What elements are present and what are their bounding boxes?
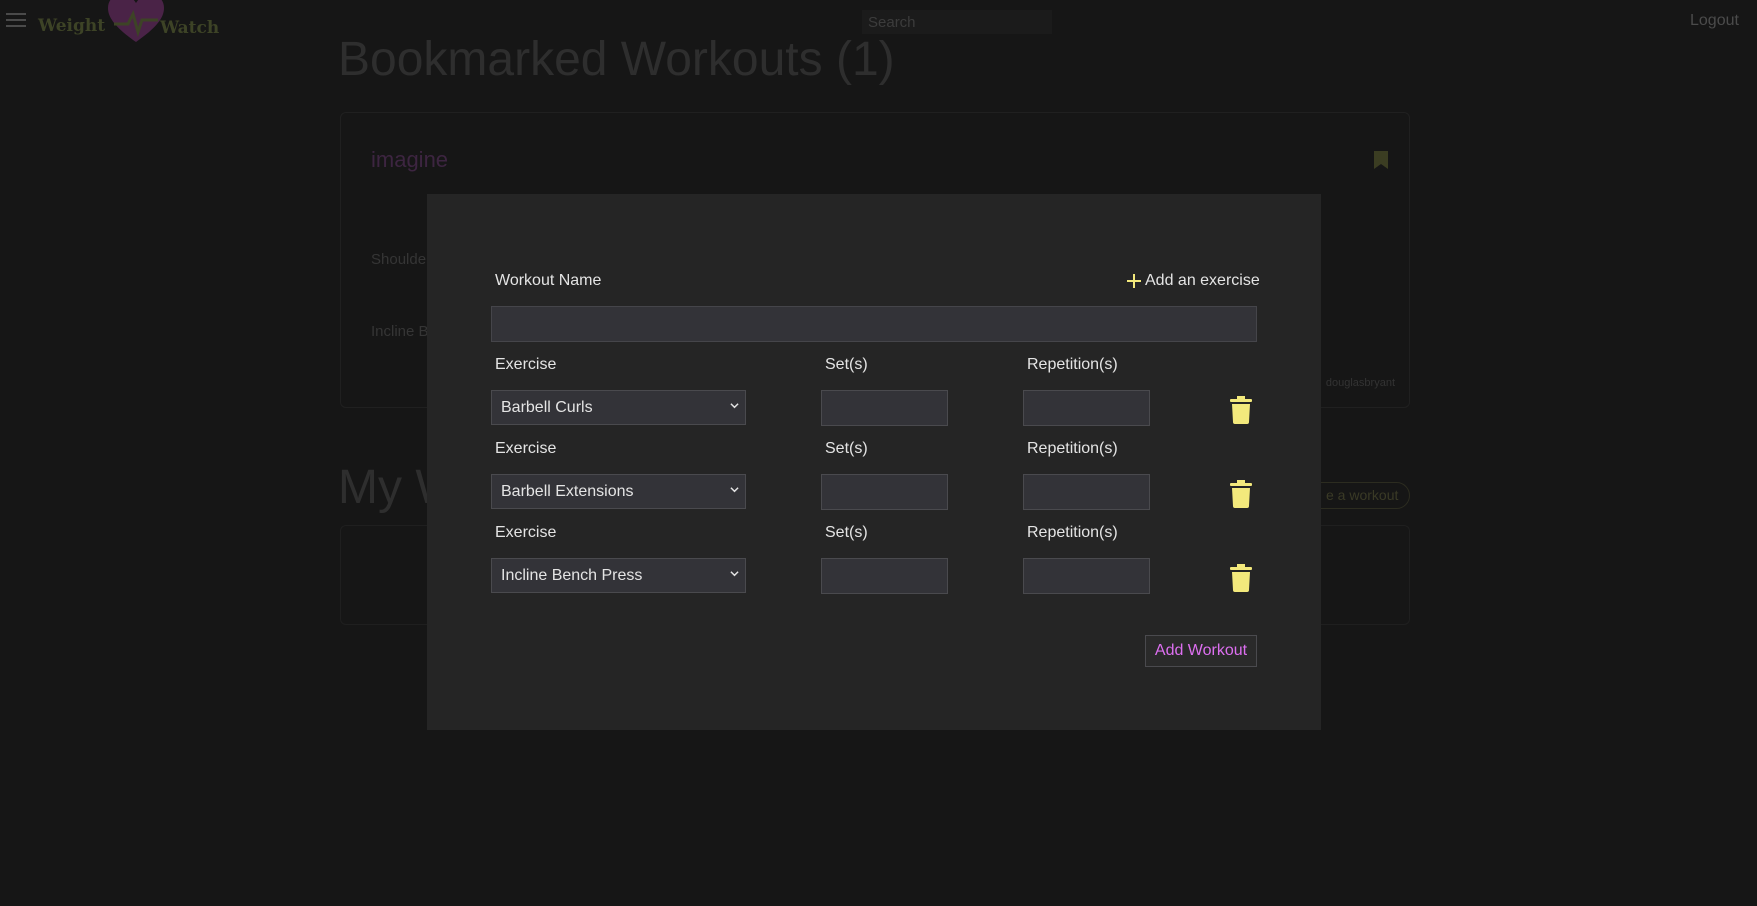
reps-label: Repetition(s)	[1027, 356, 1118, 373]
trash-icon[interactable]	[1230, 480, 1252, 508]
workout-name-label: Workout Name	[495, 272, 602, 289]
reps-input[interactable]	[1023, 558, 1150, 594]
card-exercise: Shoulde	[371, 251, 427, 268]
exercise-label: Exercise	[495, 356, 557, 373]
logo[interactable]: Weight Watch	[38, 0, 228, 46]
heart-logo-icon	[108, 0, 164, 42]
add-workout-button[interactable]: Add Workout	[1145, 635, 1257, 667]
reps-input[interactable]	[1023, 474, 1150, 510]
add-exercise-button[interactable]: Add an exercise	[1127, 272, 1260, 290]
chevron-down-icon	[730, 487, 739, 493]
card-workout-name[interactable]: imagine	[371, 147, 448, 173]
chevron-down-icon	[730, 403, 739, 409]
reps-input[interactable]	[1023, 390, 1150, 426]
exercise-label: Exercise	[495, 524, 557, 541]
sets-label: Set(s)	[825, 356, 868, 373]
exercise-select-value: Barbell Extensions	[501, 483, 634, 500]
exercise-select-value: Barbell Curls	[501, 399, 593, 416]
exercise-label: Exercise	[495, 440, 557, 457]
card-author: douglasbryant	[1325, 377, 1395, 389]
reps-label: Repetition(s)	[1027, 524, 1118, 541]
sets-input[interactable]	[821, 558, 948, 594]
logout-link[interactable]: Logout	[1690, 12, 1739, 30]
plus-icon	[1127, 274, 1141, 288]
menu-icon[interactable]	[6, 13, 26, 29]
logo-word-weight: Weight	[38, 16, 106, 36]
trash-icon[interactable]	[1230, 396, 1252, 424]
sets-input[interactable]	[821, 474, 948, 510]
reps-label: Repetition(s)	[1027, 440, 1118, 457]
exercise-select[interactable]: Incline Bench Press	[491, 558, 746, 593]
workout-name-input[interactable]	[491, 306, 1257, 342]
bookmark-icon[interactable]	[1374, 151, 1388, 169]
card-exercise: Incline B	[371, 323, 429, 340]
trash-icon[interactable]	[1230, 564, 1252, 592]
sets-label: Set(s)	[825, 440, 868, 457]
logo-word-watch: Watch	[160, 18, 220, 38]
exercise-select[interactable]: Barbell Curls	[491, 390, 746, 425]
add-exercise-label: Add an exercise	[1145, 272, 1260, 289]
search-input[interactable]	[862, 10, 1052, 34]
exercise-select-value: Incline Bench Press	[501, 567, 643, 584]
sets-input[interactable]	[821, 390, 948, 426]
sets-label: Set(s)	[825, 524, 868, 541]
chevron-down-icon	[730, 571, 739, 577]
exercise-select[interactable]: Barbell Extensions	[491, 474, 746, 509]
add-workout-modal: Workout Name Add an exercise Exercise Se…	[427, 194, 1321, 730]
bookmarked-title: Bookmarked Workouts (1)	[338, 33, 895, 86]
